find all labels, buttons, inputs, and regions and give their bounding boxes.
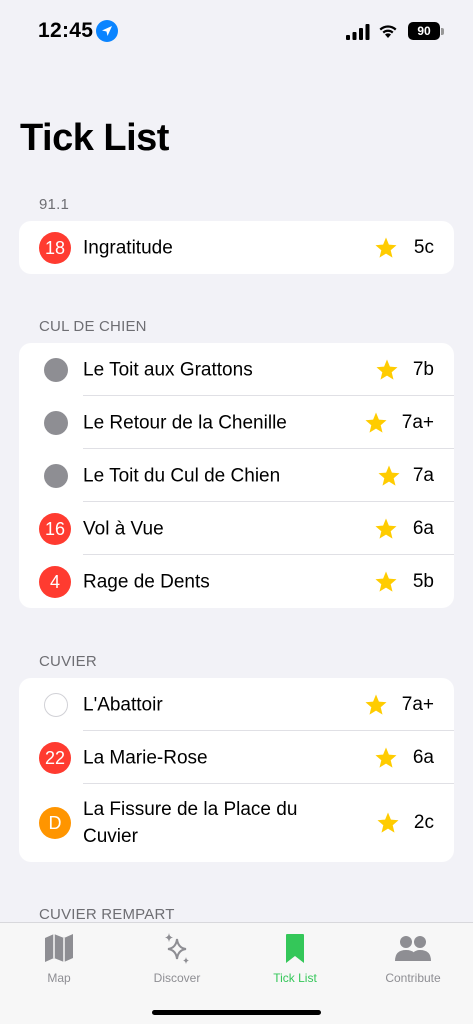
route-row[interactable]: 22 La Marie-Rose 6a: [19, 731, 454, 784]
route-row[interactable]: 18 Ingratitude 5c: [19, 221, 454, 274]
route-status-dot: [44, 357, 68, 382]
section-header: CUVIER: [39, 653, 97, 670]
tab-bar: Map Discover Tick List Contribute: [0, 922, 473, 1024]
tab-discover[interactable]: Discover: [118, 931, 236, 991]
star-icon: [375, 518, 397, 539]
home-indicator: [152, 1010, 321, 1015]
tab-contribute[interactable]: Contribute: [354, 931, 472, 991]
route-grade: 7a+: [401, 693, 434, 715]
route-grade: 2c: [413, 812, 434, 833]
section-header: CUVIER REMPART: [39, 906, 175, 923]
star-icon: [375, 237, 397, 258]
route-number-badge: 18: [39, 231, 71, 264]
location-arrow-icon: [96, 20, 118, 42]
route-list: 18 Ingratitude 5c: [19, 221, 454, 274]
route-status-circle: [44, 692, 68, 717]
route-row[interactable]: Le Toit aux Grattons 7b: [19, 343, 454, 396]
route-row[interactable]: Le Toit du Cul de Chien 7a: [19, 449, 454, 502]
route-number-badge: 16: [39, 512, 71, 545]
route-row[interactable]: L'Abattoir 7a+: [19, 678, 454, 731]
route-grade: 6a: [412, 517, 434, 539]
route-grade: 5b: [412, 570, 434, 592]
route-name: Vol à Vue: [83, 518, 164, 539]
star-icon: [376, 359, 398, 380]
map-icon: [45, 934, 73, 962]
route-status-dot: [44, 463, 68, 488]
cellular-signal-icon: [346, 24, 370, 40]
star-icon: [377, 812, 399, 833]
bookmark-icon: [286, 934, 304, 963]
tab-tick-list[interactable]: Tick List: [236, 931, 354, 991]
tab-label: Contribute: [385, 971, 441, 985]
route-grade: 5c: [413, 236, 434, 258]
people-icon: [395, 936, 431, 961]
route-name: Ingratitude: [83, 237, 173, 258]
status-bar: 12:45 90: [0, 0, 473, 62]
battery-tip: [441, 28, 444, 35]
page-title: Tick List: [20, 117, 169, 159]
star-icon: [365, 412, 387, 433]
route-grade: 7a+: [401, 411, 434, 433]
tab-map[interactable]: Map: [0, 931, 118, 991]
route-name: Rage de Dents: [83, 571, 210, 592]
route-row[interactable]: D La Fissure de la Place du Cuvier 2c: [19, 784, 454, 862]
status-time: 12:45: [38, 19, 94, 42]
route-name: L'Abattoir: [83, 694, 163, 715]
section-header: CUL DE CHIEN: [39, 318, 147, 335]
wifi-icon: [379, 25, 397, 38]
star-icon: [375, 747, 397, 768]
route-list: Le Toit aux Grattons 7b Le Retour de la …: [19, 343, 454, 608]
sparkles-icon: [165, 933, 189, 964]
star-icon: [378, 465, 400, 486]
battery-icon: 90: [408, 22, 440, 40]
route-grade: 6a: [412, 746, 434, 768]
tab-label: Discover: [153, 971, 201, 985]
route-status-dot: [44, 410, 68, 435]
route-grade: 7b: [412, 358, 434, 380]
route-row[interactable]: Le Retour de la Chenille 7a+: [19, 396, 454, 449]
route-row[interactable]: 16 Vol à Vue 6a: [19, 502, 454, 555]
route-number-badge: 22: [39, 741, 71, 774]
route-list: L'Abattoir 7a+ 22 La Marie-Rose 6a D La …: [19, 678, 454, 862]
route-number-badge: D: [39, 807, 71, 839]
route-name: Le Toit aux Grattons: [83, 359, 253, 380]
route-row[interactable]: 4 Rage de Dents 5b: [19, 555, 454, 608]
tab-label: Map: [47, 971, 71, 985]
star-icon: [375, 571, 397, 592]
route-number-badge: 4: [39, 565, 71, 598]
route-name: La Fissure de la Place du Cuvier: [83, 799, 298, 847]
section-header: 91.1: [39, 196, 69, 213]
route-name: Le Retour de la Chenille: [83, 412, 287, 433]
tab-label: Tick List: [273, 971, 317, 985]
route-grade: 7a: [412, 464, 434, 486]
route-name: Le Toit du Cul de Chien: [83, 465, 281, 486]
star-icon: [365, 694, 387, 715]
route-name: La Marie-Rose: [83, 747, 208, 768]
